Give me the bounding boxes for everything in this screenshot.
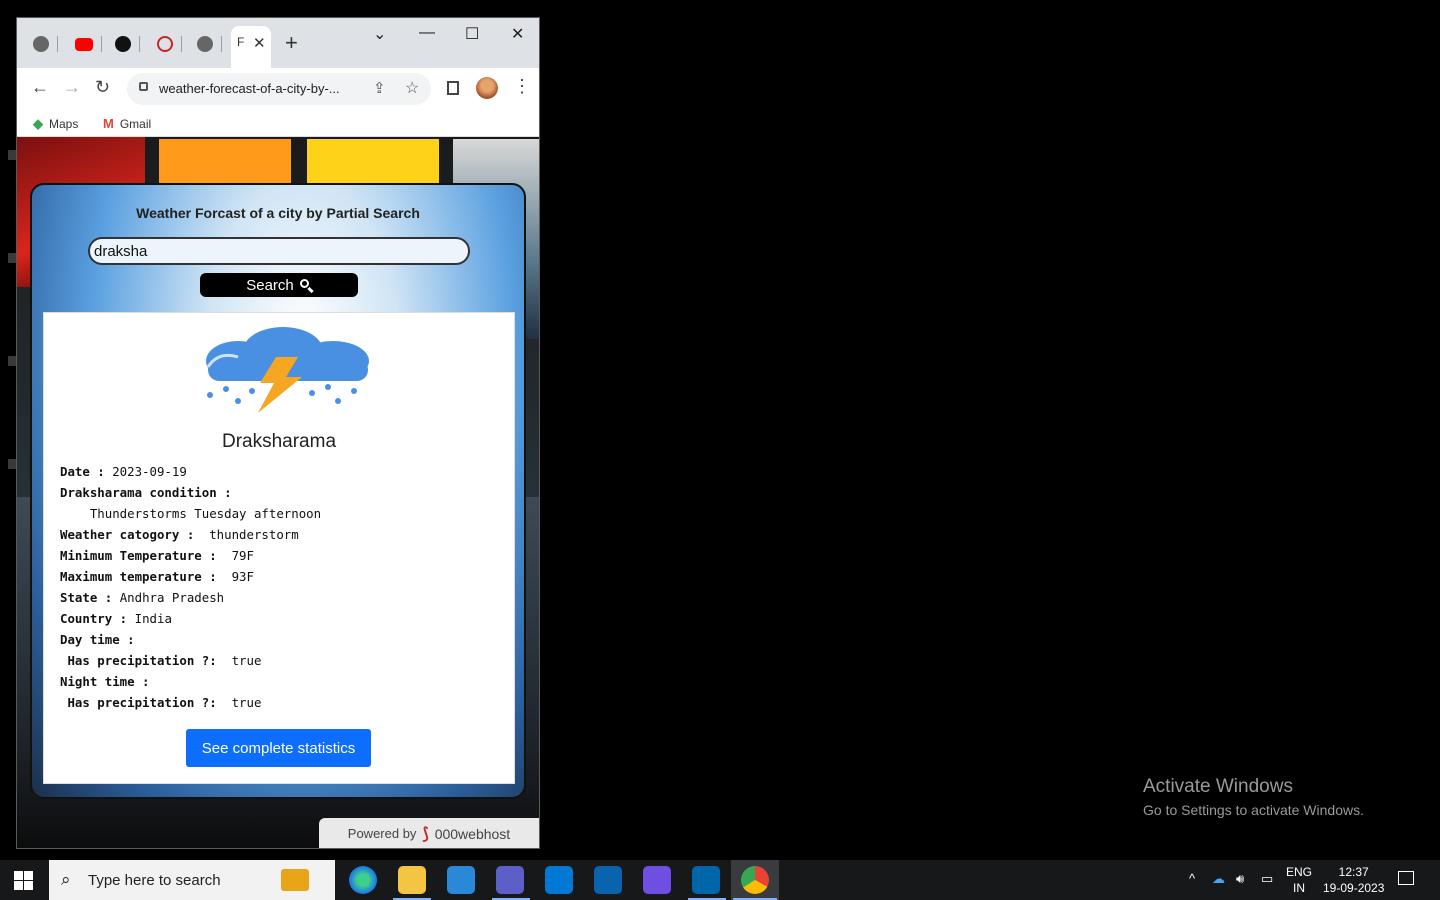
- see-statistics-button[interactable]: See complete statistics: [186, 729, 371, 767]
- powered-by-label: Powered by: [347, 826, 417, 841]
- globe-icon: [197, 36, 213, 52]
- webhost-icon: [157, 36, 173, 52]
- detail-row: Minimum Temperature : 79F: [60, 548, 254, 563]
- address-bar[interactable]: weather-forecast-of-a-city-by-... ⇪ ☆: [127, 73, 431, 105]
- detail-row: Draksharama condition :: [60, 485, 232, 500]
- activate-windows-watermark: Activate Windows Go to Settings to activ…: [1143, 776, 1364, 818]
- search-button-label: Search: [246, 276, 294, 294]
- detail-row: Has precipitation ?: true: [60, 695, 262, 710]
- search-icon: ⌕: [61, 870, 71, 889]
- side-panel-icon[interactable]: [447, 81, 459, 95]
- thunderstorm-icon: [206, 327, 369, 413]
- detail-row: Date : 2023-09-19: [60, 464, 187, 479]
- edge-icon[interactable]: [349, 866, 377, 894]
- browser-toolbar: ← → ↻ weather-forecast-of-a-city-by-... …: [17, 68, 539, 110]
- webhost-logo-icon: ⟆: [422, 825, 429, 843]
- search-button[interactable]: Search: [200, 273, 358, 297]
- tab-strip: F ✕ + ⌄ — ☐ ✕: [17, 18, 539, 68]
- activate-subtitle: Go to Settings to activate Windows.: [1143, 802, 1364, 818]
- youtube-icon: [75, 37, 93, 51]
- tab-2[interactable]: [75, 32, 102, 56]
- teams-icon[interactable]: [496, 866, 524, 894]
- share-icon[interactable]: ⇪: [373, 79, 386, 97]
- result-panel: Draksharama Date : 2023-09-19 Draksharam…: [43, 312, 515, 784]
- back-icon[interactable]: ←: [31, 77, 49, 98]
- github-icon: [115, 36, 131, 52]
- gmail-icon: M: [103, 116, 114, 131]
- detail-row: Country : India: [60, 611, 172, 626]
- close-tab-icon[interactable]: ✕: [253, 34, 266, 52]
- background-image: [307, 139, 439, 187]
- notification-icon[interactable]: [1398, 871, 1414, 885]
- bookmarks-bar: ◆ Maps M Gmail: [17, 110, 539, 137]
- clock[interactable]: 12:37 19-09-2023: [1323, 864, 1384, 896]
- profile-avatar[interactable]: [476, 77, 498, 99]
- bookmark-label: Maps: [49, 117, 79, 131]
- onedrive-icon[interactable]: ☁: [1212, 871, 1225, 887]
- taskbar-search-placeholder: Type here to search: [88, 872, 221, 889]
- weather-details: Date : 2023-09-19 Draksharama condition …: [60, 461, 321, 713]
- city-name: Draksharama: [221, 431, 337, 452]
- chevron-up-icon[interactable]: ^: [1189, 871, 1195, 886]
- detail-row: Night time :: [60, 674, 150, 689]
- minimize-icon[interactable]: —: [419, 24, 435, 42]
- activate-title: Activate Windows: [1143, 776, 1293, 797]
- taskbar: ⌕ Type here to search ^ ☁ 🔊︎ ▭ ENG IN 12:…: [0, 860, 1440, 900]
- tab-search-icon[interactable]: ⌄: [373, 24, 386, 44]
- windows-start-icon[interactable]: [14, 871, 33, 890]
- close-window-icon[interactable]: ✕: [511, 24, 524, 44]
- app-title: Weather Forcast of a city by Partial Sea…: [136, 205, 420, 221]
- outlook-icon[interactable]: [594, 866, 622, 894]
- network-icon[interactable]: ▭: [1261, 871, 1273, 887]
- briefcase-icon: [281, 869, 309, 891]
- globe-icon: [33, 36, 49, 52]
- detail-row: State : Andhra Pradesh: [60, 590, 225, 605]
- maps-icon: ◆: [33, 116, 43, 131]
- city-search-input[interactable]: [88, 237, 470, 265]
- file-explorer-icon[interactable]: [398, 866, 426, 894]
- store-icon[interactable]: [447, 866, 475, 894]
- lock-icon: [139, 82, 148, 91]
- detail-row: Thunderstorms Tuesday afternoon: [60, 506, 322, 521]
- bookmark-label: Gmail: [119, 116, 152, 131]
- bookmark-gmail[interactable]: M Gmail: [103, 116, 151, 131]
- detail-row: Weather catogory : thunderstorm: [60, 527, 299, 542]
- vscode-icon[interactable]: [692, 866, 720, 894]
- tab-4[interactable]: [157, 32, 182, 56]
- tab-1[interactable]: [33, 32, 58, 56]
- url-text: weather-forecast-of-a-city-by-...: [159, 81, 340, 96]
- powered-by-badge[interactable]: Powered by ⟆ 000webhost: [319, 818, 539, 848]
- bookmark-maps[interactable]: ◆ Maps: [33, 116, 78, 132]
- taskbar-search[interactable]: ⌕ Type here to search: [49, 860, 335, 900]
- detail-row: Maximum temperature : 93F: [60, 569, 254, 584]
- mail-icon[interactable]: [545, 866, 573, 894]
- new-tab-button[interactable]: +: [285, 30, 298, 56]
- detail-row: Has precipitation ?: true: [60, 653, 262, 668]
- detail-row: Day time :: [60, 632, 135, 647]
- background-image: [159, 139, 291, 187]
- chrome-icon[interactable]: [741, 866, 769, 894]
- tab-3[interactable]: [115, 32, 140, 56]
- weather-card: Weather Forcast of a city by Partial Sea…: [30, 183, 526, 799]
- maximize-icon[interactable]: ☐: [465, 24, 479, 44]
- browser-window: F ✕ + ⌄ — ☐ ✕ ← → ↻ weather-forecast-of-…: [16, 17, 540, 849]
- forward-icon[interactable]: →: [63, 77, 81, 98]
- bookmark-star-icon[interactable]: ☆: [405, 78, 419, 98]
- language-indicator[interactable]: ENG IN: [1286, 864, 1312, 896]
- reload-icon[interactable]: ↻: [95, 77, 110, 98]
- menu-icon[interactable]: ⋮: [513, 76, 531, 97]
- page-viewport: Weather Forcast of a city by Partial Sea…: [17, 137, 539, 848]
- clock-date: 19-09-2023: [1323, 881, 1385, 895]
- volume-icon[interactable]: 🔊︎: [1236, 871, 1244, 887]
- search-icon: [299, 279, 312, 291]
- active-tab-title: F: [237, 35, 245, 49]
- clock-time: 12:37: [1338, 865, 1369, 879]
- power-automate-icon[interactable]: [643, 866, 671, 894]
- tab-5[interactable]: [197, 32, 222, 56]
- host-brand: 000webhost: [434, 825, 511, 842]
